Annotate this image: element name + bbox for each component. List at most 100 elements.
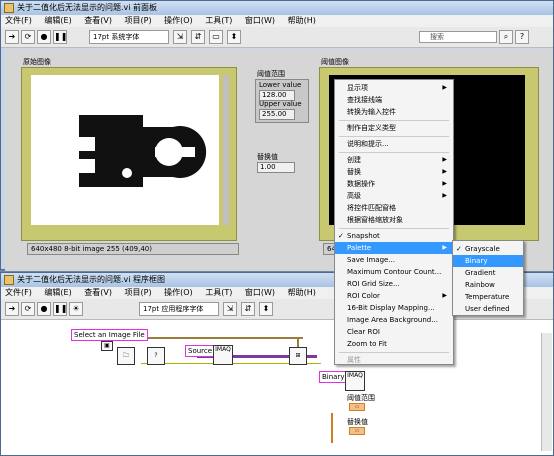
search-input[interactable]: 搜索 xyxy=(419,31,497,43)
align-icon[interactable]: ⇲ xyxy=(173,30,187,44)
menu-item-fit-to-pane[interactable]: 将控件匹配窗格 xyxy=(335,202,453,214)
pause-icon[interactable]: ❚❚ xyxy=(53,302,67,316)
menu-edit[interactable]: 编辑(E) xyxy=(44,16,71,25)
menu-operate[interactable]: 操作(O) xyxy=(164,288,193,297)
run-continuously-icon[interactable]: ⟳ xyxy=(21,30,35,44)
submenu-arrow-icon: ▶ xyxy=(442,192,447,199)
menu-item-roi-grid-size[interactable]: ROI Grid Size... xyxy=(335,278,453,290)
menu-item-16bit-display-mapping[interactable]: 16-Bit Display Mapping... xyxy=(335,302,453,314)
submenu-arrow-icon: ▶ xyxy=(442,292,447,299)
menu-separator xyxy=(339,152,449,153)
original-image-status: 640x480 8-bit image 255 (409,40) xyxy=(27,243,239,255)
menu-help[interactable]: 帮助(H) xyxy=(288,288,316,297)
front-panel-window: 关于二值化后无法显示的问题.vi 前面板 文件(F) 编辑(E) 查看(V) 项… xyxy=(0,0,554,271)
menu-separator xyxy=(339,136,449,137)
palette-item-gradient[interactable]: Gradient xyxy=(453,267,523,279)
run-arrow-icon[interactable]: ➔ xyxy=(5,302,19,316)
submenu-arrow-icon: ▶ xyxy=(442,180,447,187)
menu-item-replace[interactable]: 替换 ▶ xyxy=(335,166,453,178)
menu-window[interactable]: 窗口(W) xyxy=(245,16,275,25)
distribute-icon[interactable]: ⇵ xyxy=(241,302,255,316)
threshold-range-label: 阈值范围 xyxy=(257,70,285,78)
file-dialog-icon[interactable]: 🗀 xyxy=(117,347,135,365)
original-image-display[interactable] xyxy=(31,75,219,225)
abort-icon[interactable]: ● xyxy=(37,30,51,44)
menu-item-clear-roi[interactable]: Clear ROI xyxy=(335,326,453,338)
menu-project[interactable]: 项目(P) xyxy=(125,16,152,25)
black-part-image xyxy=(79,115,207,187)
palette-item-binary[interactable]: Binary xyxy=(453,255,523,267)
font-selector[interactable]: 17pt 系统字体 xyxy=(89,30,169,44)
menu-item-data-operations[interactable]: 数据操作 ▶ xyxy=(335,178,453,190)
pause-icon[interactable]: ❚❚ xyxy=(53,30,67,44)
original-image-scrollbar[interactable] xyxy=(223,75,229,225)
replace-wire xyxy=(331,413,333,443)
imaq-text: IMAQ xyxy=(347,372,363,379)
menu-item-scale-with-pane[interactable]: 根据窗格缩放对象 xyxy=(335,214,453,226)
help-icon[interactable]: ? xyxy=(515,30,529,44)
menu-item-max-contour-count[interactable]: Maximum Contour Count... xyxy=(335,266,453,278)
run-continuously-icon[interactable]: ⟳ xyxy=(21,302,35,316)
replace-value-input[interactable]: 1.00 xyxy=(257,162,295,173)
menu-item-visible-items[interactable]: 显示项 ▶ xyxy=(335,82,453,94)
menu-view[interactable]: 查看(V) xyxy=(84,288,112,297)
menu-separator xyxy=(339,120,449,121)
menu-item-save-image[interactable]: Save Image... xyxy=(335,254,453,266)
menu-help[interactable]: 帮助(H) xyxy=(288,16,316,25)
check-icon: ✓ xyxy=(338,232,344,240)
submenu-arrow-icon: ▶ xyxy=(442,84,447,91)
menu-item-label: Grayscale xyxy=(465,245,500,253)
menu-item-image-area-background[interactable]: Image Area Background... xyxy=(335,314,453,326)
menu-item-zoom-to-fit[interactable]: Zoom to Fit xyxy=(335,338,453,350)
palette-item-rainbow[interactable]: Rainbow xyxy=(453,279,523,291)
imaq-create-icon[interactable]: IMAQ xyxy=(213,345,233,365)
menu-item-description-tip[interactable]: 说明和提示... xyxy=(335,138,453,150)
replace-terminal[interactable]: ▭ xyxy=(349,427,365,435)
highlight-execution-icon[interactable]: ☀ xyxy=(69,302,83,316)
align-icon[interactable]: ⇲ xyxy=(223,302,237,316)
menu-operate[interactable]: 操作(O) xyxy=(164,16,193,25)
abort-icon[interactable]: ● xyxy=(37,302,51,316)
menu-item-change-to-control[interactable]: 转换为输入控件 xyxy=(335,106,453,118)
binary-palette-constant[interactable]: Binary xyxy=(319,371,348,383)
reorder-icon[interactable]: ⬍ xyxy=(259,302,273,316)
menu-item-properties[interactable]: 属性 xyxy=(335,354,453,366)
threshold-vi-icon[interactable]: ⊞ xyxy=(289,347,307,365)
menu-edit[interactable]: 编辑(E) xyxy=(44,288,71,297)
front-panel-titlebar: 关于二值化后无法显示的问题.vi 前面板 xyxy=(1,1,553,15)
menu-item-create[interactable]: 创建 ▶ xyxy=(335,154,453,166)
palette-item-grayscale[interactable]: ✓ Grayscale xyxy=(453,243,523,255)
menu-file[interactable]: 文件(F) xyxy=(5,288,32,297)
menu-item-make-typedef[interactable]: 制作自定义类型 xyxy=(335,122,453,134)
threshold-terminal-label: 阈值范围 xyxy=(347,394,375,402)
menu-project[interactable]: 项目(P) xyxy=(125,288,152,297)
palette-submenu: ✓ Grayscale Binary Gradient Rainbow Tempe… xyxy=(452,240,524,316)
reorder-icon[interactable]: ⬍ xyxy=(227,30,241,44)
menu-tools[interactable]: 工具(T) xyxy=(205,16,232,25)
source-label: Source xyxy=(185,345,216,357)
imaq-binary-icon[interactable]: IMAQ xyxy=(345,371,365,391)
search-icon[interactable]: ⌕ xyxy=(499,30,513,44)
menu-item-snapshot[interactable]: ✓ Snapshot xyxy=(335,230,453,242)
distribute-icon[interactable]: ⇵ xyxy=(191,30,205,44)
menu-tools[interactable]: 工具(T) xyxy=(205,288,232,297)
menu-item-advanced[interactable]: 高级 ▶ xyxy=(335,190,453,202)
threshold-terminal[interactable]: ▭ xyxy=(349,403,365,411)
menu-item-roi-color[interactable]: ROI Color ▶ xyxy=(335,290,453,302)
run-arrow-icon[interactable]: ➔ xyxy=(5,30,19,44)
resize-icon[interactable]: ▭ xyxy=(209,30,223,44)
menu-item-find-terminal[interactable]: 查找接线端 xyxy=(335,94,453,106)
path-terminal[interactable]: ▣ xyxy=(101,341,113,351)
diagram-scrollbar[interactable] xyxy=(541,333,552,451)
menu-window[interactable]: 窗口(W) xyxy=(245,288,275,297)
palette-item-user-defined[interactable]: User defined xyxy=(453,303,523,315)
upper-value-input[interactable]: 255.00 xyxy=(259,109,295,120)
front-panel-title: 关于二值化后无法显示的问题.vi 前面板 xyxy=(17,3,158,12)
menu-item-palette[interactable]: Palette ▶ xyxy=(335,242,453,254)
menu-file[interactable]: 文件(F) xyxy=(5,16,32,25)
menu-view[interactable]: 查看(V) xyxy=(84,16,112,25)
upper-value-label: Upper value xyxy=(259,100,302,108)
font-selector[interactable]: 17pt 应用程序字体 xyxy=(139,302,219,316)
read-file-icon[interactable]: ? xyxy=(147,347,165,365)
palette-item-temperature[interactable]: Temperature xyxy=(453,291,523,303)
